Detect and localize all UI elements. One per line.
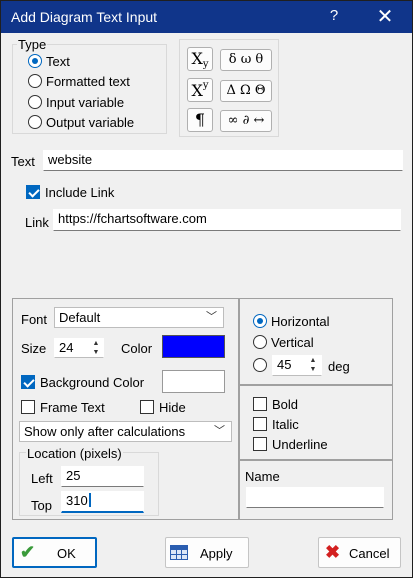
radio-vertical[interactable]: Vertical	[253, 335, 373, 351]
radio-output-variable[interactable]: Output variable	[28, 115, 158, 131]
ok-label: OK	[57, 546, 76, 561]
underline-checkbox[interactable]: Underline	[253, 437, 343, 453]
location-label: Location (pixels)	[26, 446, 123, 461]
frame-text-label: Frame Text	[40, 400, 105, 415]
hide-checkbox[interactable]: Hide	[140, 400, 200, 416]
apply-label: Apply	[200, 546, 233, 561]
radio-text-button[interactable]	[28, 54, 42, 68]
spin-up-icon[interactable]: ▲	[89, 339, 103, 348]
checkmark-icon: ✔	[20, 542, 36, 562]
dialog-window: Add Diagram Text Input ? ✕ Type Text For…	[0, 0, 413, 578]
frame-text-checkbox[interactable]: Frame Text	[21, 400, 121, 416]
link-input[interactable]: https://fchartsoftware.com	[53, 209, 401, 231]
include-link-label: Include Link	[45, 185, 115, 200]
ok-button[interactable]: ✔ OK	[12, 537, 97, 568]
chevron-down-icon: ﹀	[206, 311, 217, 323]
radio-horizontal[interactable]: Horizontal	[253, 314, 373, 330]
show-when-value: Show only after calculations	[24, 424, 186, 439]
italic-checkbox[interactable]: Italic	[253, 417, 333, 433]
italic-check[interactable]	[253, 417, 267, 431]
left-input[interactable]: 25	[61, 466, 144, 487]
font-dropdown[interactable]: Default ﹀	[54, 307, 224, 328]
subscript-letter: y	[202, 59, 209, 70]
background-color-check[interactable]	[21, 375, 35, 389]
bold-check[interactable]	[253, 397, 267, 411]
radio-horizontal-label: Horizontal	[271, 314, 330, 329]
top-label: Top	[31, 498, 52, 513]
font-label: Font	[21, 312, 48, 327]
bold-label: Bold	[272, 397, 299, 412]
radio-angle-button[interactable]	[253, 358, 267, 372]
superscript-button[interactable]: Xy	[187, 78, 213, 102]
text-input[interactable]: website	[43, 150, 403, 171]
size-label: Size	[21, 341, 47, 356]
radio-vertical-label: Vertical	[271, 335, 314, 350]
x-icon: ✖	[325, 542, 341, 562]
underline-check[interactable]	[253, 437, 267, 451]
radio-formatted-text-label: Formatted text	[46, 74, 130, 89]
hide-label: Hide	[159, 400, 186, 415]
link-field-label: Link	[25, 215, 49, 230]
top-input[interactable]: 310	[61, 491, 144, 513]
text-cursor	[88, 493, 91, 507]
include-link-checkbox[interactable]: Include Link	[26, 185, 146, 201]
frame-text-check[interactable]	[21, 400, 35, 414]
background-color-label: Background Color	[40, 375, 145, 390]
spin-up-icon[interactable]: ▲	[306, 356, 320, 365]
italic-label: Italic	[272, 417, 299, 432]
angle-unit-label: deg	[328, 359, 350, 374]
radio-text-label: Text	[46, 54, 70, 69]
radio-formatted-text[interactable]: Formatted text	[28, 74, 158, 90]
close-icon[interactable]: ✕	[367, 4, 403, 29]
name-input[interactable]	[246, 487, 384, 508]
window-title: Add Diagram Text Input	[11, 9, 158, 25]
type-group-label: Type	[17, 37, 48, 52]
include-link-check[interactable]	[26, 185, 40, 199]
paragraph-button[interactable]: ¶	[187, 108, 213, 132]
radio-input-variable[interactable]: Input variable	[28, 95, 158, 111]
spin-down-icon[interactable]: ▼	[306, 365, 320, 374]
math-symbols-button[interactable]: ∞ ∂ ↔	[220, 110, 272, 132]
size-spinner[interactable]: ▲ ▼	[89, 339, 103, 357]
title-bar: Add Diagram Text Input ? ✕	[1, 1, 412, 33]
color-label: Color	[121, 341, 153, 356]
superscript-base: X	[191, 81, 203, 100]
radio-vertical-button[interactable]	[253, 335, 267, 349]
radio-input-variable-button[interactable]	[28, 95, 42, 109]
spin-down-icon[interactable]: ▼	[89, 348, 103, 357]
greek-upper-button[interactable]: Δ Ω Θ	[220, 80, 272, 102]
angle-spinner[interactable]: ▲ ▼	[306, 356, 320, 374]
background-color-swatch[interactable]	[162, 370, 225, 393]
show-when-dropdown[interactable]: Show only after calculations ﹀	[19, 421, 232, 442]
chevron-down-icon: ﹀	[214, 425, 225, 437]
hide-check[interactable]	[140, 400, 154, 414]
background-color-checkbox[interactable]: Background Color	[21, 375, 161, 391]
superscript-letter: y	[202, 80, 209, 91]
left-label: Left	[31, 471, 53, 486]
cancel-label: Cancel	[349, 546, 390, 561]
color-swatch[interactable]	[162, 335, 225, 358]
bold-checkbox[interactable]: Bold	[253, 397, 333, 413]
table-icon	[170, 545, 188, 560]
help-icon[interactable]: ?	[319, 7, 349, 24]
radio-input-variable-label: Input variable	[46, 95, 125, 110]
greek-lower-button[interactable]: δ ω θ	[220, 49, 272, 71]
top-value: 310	[66, 493, 88, 508]
underline-label: Underline	[272, 437, 328, 452]
radio-output-variable-button[interactable]	[28, 115, 42, 129]
radio-horizontal-button[interactable]	[253, 314, 267, 328]
text-field-label: Text	[11, 154, 35, 169]
apply-button[interactable]: Apply	[165, 537, 249, 568]
radio-output-variable-label: Output variable	[46, 115, 135, 130]
cancel-button[interactable]: ✖ Cancel	[318, 537, 401, 568]
subscript-button[interactable]: Xy	[187, 47, 213, 71]
radio-text[interactable]: Text	[28, 54, 158, 70]
radio-formatted-text-button[interactable]	[28, 74, 42, 88]
name-label: Name	[245, 469, 280, 484]
subscript-base: X	[191, 49, 203, 68]
font-value: Default	[59, 310, 101, 325]
